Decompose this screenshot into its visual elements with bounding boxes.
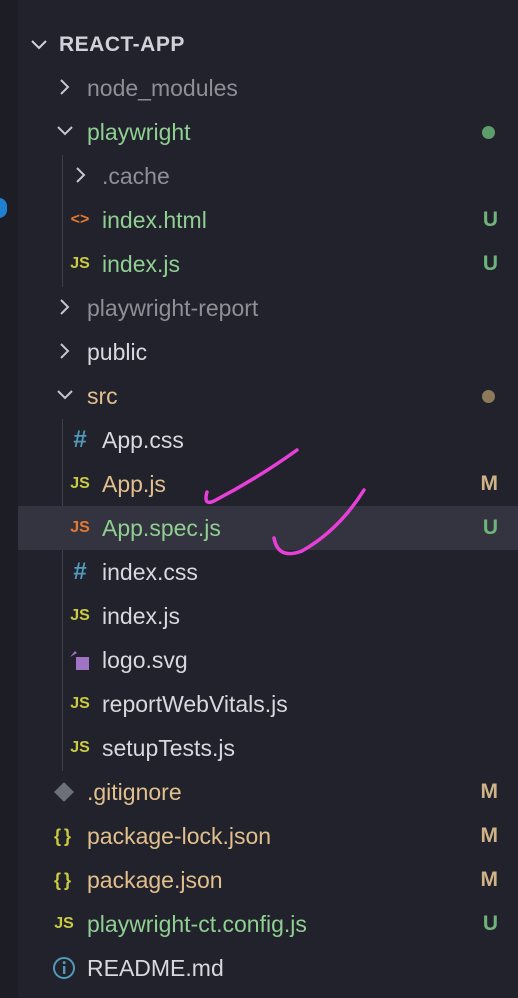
file-item-setuptests-js[interactable]: JS setupTests.js: [18, 726, 518, 770]
git-status-badge: M: [480, 780, 499, 803]
item-label: src: [87, 383, 118, 409]
git-status-badge: U: [482, 912, 498, 935]
item-label: index.js: [102, 603, 180, 629]
git-status-badge: U: [482, 516, 498, 539]
file-item-app-css[interactable]: # App.css: [18, 418, 518, 462]
info-circle-icon: [50, 954, 78, 982]
chevron-right-icon: [60, 299, 70, 315]
javascript-file-icon: JS: [70, 607, 90, 624]
javascript-file-icon: JS: [70, 255, 90, 272]
file-item-package-lock-json[interactable]: {} package-lock.json M: [18, 814, 518, 858]
item-label: package-lock.json: [87, 823, 272, 849]
folder-changes-dot: [482, 126, 495, 139]
item-label: App.js: [102, 471, 166, 497]
notification-indicator: [0, 198, 7, 218]
folder-item-cache[interactable]: .cache: [18, 154, 518, 198]
file-item-index-html[interactable]: <> index.html U: [18, 198, 518, 242]
explorer-section-header[interactable]: REACT-APP: [18, 22, 518, 66]
item-label: playwright: [87, 119, 191, 145]
folder-item-public[interactable]: public: [18, 330, 518, 374]
item-label: reportWebVitals.js: [102, 691, 288, 717]
javascript-file-icon: JS: [70, 739, 90, 756]
css-hash-icon: #: [73, 426, 87, 453]
item-label: playwright-report: [87, 295, 259, 321]
folder-item-playwright[interactable]: playwright: [18, 110, 518, 154]
javascript-file-icon: JS: [70, 695, 90, 712]
html-file-icon: <>: [70, 211, 90, 228]
git-diamond-icon: [50, 778, 78, 806]
file-item-index-js[interactable]: JS index.js U: [18, 242, 518, 286]
file-item-readme-md[interactable]: README.md: [18, 946, 518, 990]
chevron-right-icon: [76, 167, 86, 183]
activity-gutter: [0, 0, 18, 998]
file-item-logo-svg[interactable]: logo.svg: [18, 638, 518, 682]
git-status-badge: M: [480, 824, 499, 847]
item-label: node_modules: [87, 75, 238, 101]
item-label: README.md: [87, 955, 224, 981]
git-status-badge: M: [480, 868, 499, 891]
chevron-right-icon: [60, 79, 70, 95]
item-label: .cache: [102, 163, 170, 189]
file-item-app-spec-js[interactable]: JS App.spec.js U: [18, 506, 518, 550]
git-status-badge: U: [482, 252, 498, 275]
chevron-down-icon: [57, 126, 73, 136]
item-label: playwright-ct.config.js: [87, 911, 307, 937]
json-braces-icon: {}: [53, 826, 74, 846]
file-item-gitignore[interactable]: .gitignore M: [18, 770, 518, 814]
folder-item-src[interactable]: src: [18, 374, 518, 418]
file-item-app-js[interactable]: JS App.js M: [18, 462, 518, 506]
item-label: logo.svg: [102, 647, 188, 673]
file-item-package-json[interactable]: {} package.json M: [18, 858, 518, 902]
file-explorer: REACT-APP node_modules playwright .cache <>…: [18, 0, 518, 998]
css-hash-icon: #: [73, 558, 87, 585]
svg-image-icon: [66, 646, 94, 674]
item-label: setupTests.js: [102, 735, 235, 761]
json-braces-icon: {}: [53, 870, 74, 890]
file-item-reportwebvitals-js[interactable]: JS reportWebVitals.js: [18, 682, 518, 726]
item-label: index.js: [102, 251, 180, 277]
javascript-file-icon: JS: [70, 475, 90, 492]
explorer-section-title: REACT-APP: [59, 33, 185, 56]
chevron-right-icon: [60, 343, 70, 359]
chevron-down-icon: [31, 40, 47, 50]
javascript-file-icon: JS: [54, 915, 74, 932]
item-label: public: [87, 339, 148, 365]
git-status-badge: M: [480, 472, 499, 495]
folder-item-node-modules[interactable]: node_modules: [18, 66, 518, 110]
file-item-index-js[interactable]: JS index.js: [18, 594, 518, 638]
item-label: App.css: [102, 427, 184, 453]
folder-item-playwright-report[interactable]: playwright-report: [18, 286, 518, 330]
git-status-badge: U: [482, 208, 498, 231]
item-label: index.css: [102, 559, 198, 585]
folder-changes-dot: [482, 390, 495, 403]
item-label: App.spec.js: [102, 515, 221, 541]
javascript-file-icon: JS: [70, 519, 90, 536]
file-item-playwright-ct-config-js[interactable]: JS playwright-ct.config.js U: [18, 902, 518, 946]
item-label: index.html: [102, 207, 207, 233]
item-label: .gitignore: [87, 779, 182, 805]
file-item-index-css[interactable]: # index.css: [18, 550, 518, 594]
chevron-down-icon: [57, 390, 73, 400]
item-label: package.json: [87, 867, 223, 893]
